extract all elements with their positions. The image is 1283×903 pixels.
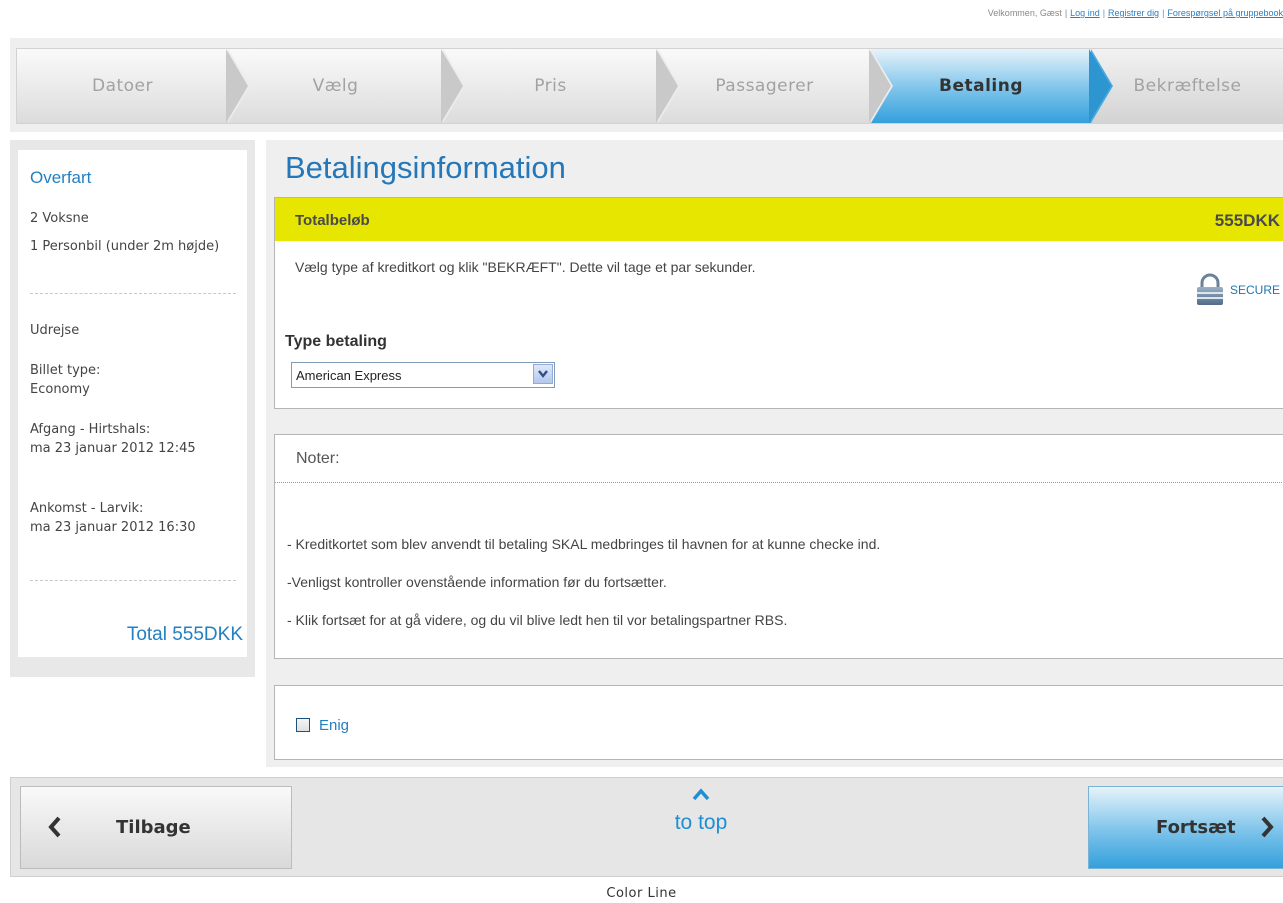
- summary-total: Total 555DKK: [126, 624, 243, 645]
- payment-instruction: Vælg type af kreditkort og klik "BEKRÆFT…: [295, 259, 756, 275]
- summary-arrival-label: Ankomst - Larvik:: [30, 501, 144, 516]
- step-betaling: Betaling: [871, 49, 1113, 123]
- chevron-up-icon: [692, 788, 710, 801]
- booking-steps-bar: Datoer Vælg Pris Passagerer Betaling Bek…: [10, 38, 1283, 132]
- notes-box: Noter: - Kreditkortet som blev anvendt t…: [274, 434, 1283, 659]
- step-datoer[interactable]: Datoer: [17, 49, 250, 123]
- secure-label: SECURE: [1229, 283, 1280, 297]
- to-top-link[interactable]: to top: [651, 788, 751, 835]
- agree-checkbox[interactable]: [296, 718, 310, 732]
- group-booking-link[interactable]: Forespørgsel på gruppebook: [1167, 8, 1283, 18]
- summary-ticket-label: Billet type:: [30, 363, 101, 378]
- summary-arrival-value: ma 23 januar 2012 16:30: [30, 520, 196, 535]
- step-passagerer[interactable]: Passagerer: [658, 49, 893, 123]
- chevron-down-icon[interactable]: [533, 364, 553, 384]
- payment-type-value: American Express: [296, 368, 402, 383]
- summary-divider: [30, 580, 236, 581]
- secure-badge: SECURE: [1193, 273, 1280, 307]
- notes-divider: [275, 482, 1283, 483]
- step-vaelg[interactable]: Vælg: [228, 49, 465, 123]
- note-item: - Kreditkortet som blev anvendt til beta…: [287, 536, 881, 552]
- welcome-text: Velkommen, Gæst: [987, 8, 1062, 18]
- booking-steps: Datoer Vælg Pris Passagerer Betaling Bek…: [16, 48, 1283, 124]
- step-bekraeftelse: Bekræftelse: [1091, 49, 1283, 123]
- page-title: Betalingsinformation: [285, 150, 566, 185]
- note-item: - Klik fortsæt for at gå videre, og du v…: [287, 612, 788, 628]
- agree-box: Enig: [274, 685, 1283, 760]
- total-amount-value: 555DKK: [1214, 211, 1280, 230]
- back-button[interactable]: Tilbage: [20, 786, 292, 869]
- note-item: -Venligst kontroller ovenstående informa…: [287, 574, 667, 590]
- back-label: Tilbage: [116, 817, 191, 838]
- summary-divider: [30, 293, 236, 294]
- continue-button[interactable]: Fortsæt: [1088, 786, 1283, 869]
- footer-brand: Color Line: [606, 886, 677, 901]
- continue-label: Fortsæt: [1156, 817, 1236, 838]
- summary-ticket-value: Economy: [30, 382, 90, 397]
- bottom-nav: Tilbage to top Fortsæt: [10, 777, 1283, 877]
- summary-passengers: 2 Voksne: [30, 211, 89, 226]
- chevron-left-icon: [48, 816, 61, 838]
- step-pris[interactable]: Pris: [443, 49, 680, 123]
- summary-departure-label: Afgang - Hirtshals:: [30, 422, 151, 437]
- to-top-label: to top: [674, 811, 728, 834]
- trip-summary-panel: Overfart 2 Voksne 1 Personbil (under 2m …: [10, 140, 255, 677]
- summary-direction: Udrejse: [30, 323, 80, 338]
- lock-icon: [1196, 273, 1223, 305]
- summary-vehicle: 1 Personbil (under 2m højde): [30, 239, 220, 254]
- notes-title: Noter:: [296, 450, 340, 467]
- top-user-bar: Velkommen, Gæst | Log ind | Registrer dig | Fo…: [987, 8, 1283, 18]
- payment-box: Totalbeløb 555DKK Vælg type af kreditkor…: [274, 197, 1283, 409]
- summary-departure-value: ma 23 januar 2012 12:45: [30, 441, 196, 456]
- summary-title: Overfart: [30, 168, 92, 187]
- payment-type-select[interactable]: American Express: [291, 362, 555, 388]
- agree-label[interactable]: Enig: [319, 717, 349, 734]
- login-link[interactable]: Log ind: [1070, 8, 1100, 18]
- total-amount-label: Totalbeløb: [295, 212, 370, 229]
- chevron-right-icon: [1261, 816, 1274, 838]
- payment-type-label: Type betaling: [285, 333, 387, 350]
- register-link[interactable]: Registrer dig: [1108, 8, 1159, 18]
- total-amount-bar: Totalbeløb 555DKK: [275, 198, 1283, 241]
